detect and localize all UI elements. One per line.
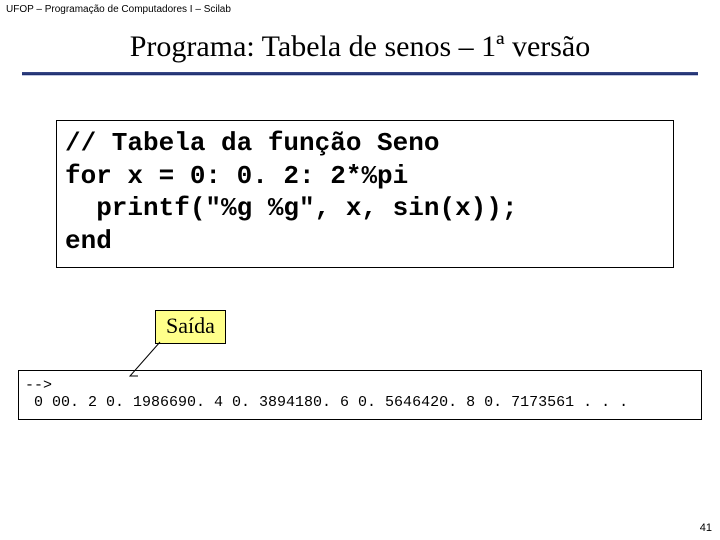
- page-number: 41: [700, 522, 712, 534]
- program-output-block: --> 0 00. 2 0. 1986690. 4 0. 3894180. 6 …: [18, 370, 702, 420]
- output-label-text: Saída: [166, 313, 215, 338]
- code-line-1: // Tabela da função Seno: [65, 128, 439, 158]
- output-label-box: Saída: [155, 310, 226, 344]
- output-line-1: -->: [25, 377, 52, 394]
- title-underline: [22, 72, 698, 76]
- code-line-4: end: [65, 226, 112, 256]
- code-line-2: for x = 0: 0. 2: 2*%pi: [65, 161, 408, 191]
- course-header-label: UFOP – Programação de Computadores I – S…: [6, 4, 231, 15]
- code-line-3: printf("%g %g", x, sin(x));: [65, 193, 517, 223]
- output-line-2: 0 00. 2 0. 1986690. 4 0. 3894180. 6 0. 5…: [25, 394, 628, 411]
- code-block: // Tabela da função Seno for x = 0: 0. 2…: [56, 120, 674, 268]
- slide-title: Programa: Tabela de senos – 1ª versão: [0, 30, 720, 64]
